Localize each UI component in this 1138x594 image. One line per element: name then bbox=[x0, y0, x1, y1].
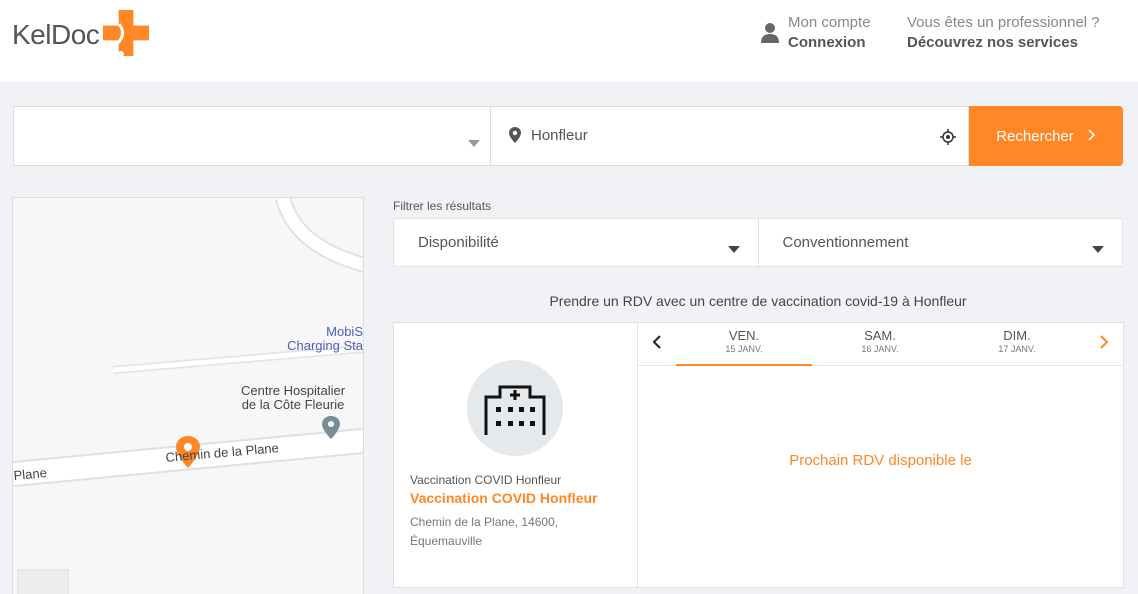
results-map[interactable]: MobiS Charging Sta Centre Hospitalier de… bbox=[12, 197, 364, 594]
pro-link[interactable]: Vous êtes un professionnel ? Découvrez n… bbox=[907, 14, 1100, 51]
chevron-right-icon[interactable] bbox=[1099, 335, 1109, 354]
day-date: 16 JANV. bbox=[861, 344, 899, 354]
road-label-left: Plane bbox=[13, 465, 48, 483]
days-header: VEN. 15 JANV. SAM. 16 JANV. DIM. 17 JANV… bbox=[638, 323, 1123, 366]
search-button-label: Rechercher bbox=[996, 127, 1074, 145]
day-column[interactable]: VEN. 15 JANV. bbox=[676, 328, 812, 366]
specialty-select[interactable] bbox=[13, 106, 491, 166]
chevron-right-icon bbox=[1088, 128, 1096, 145]
practitioner-name-link[interactable]: Vaccination COVID Honfleur bbox=[410, 490, 597, 506]
location-value: Honfleur bbox=[531, 127, 588, 144]
user-icon bbox=[760, 22, 780, 46]
poi-hospital: Centre Hospitalier de la Côte Fleurie bbox=[241, 384, 345, 412]
account-link[interactable]: Mon compte Connexion bbox=[760, 14, 871, 51]
day-date: 15 JANV. bbox=[725, 344, 763, 354]
search-button[interactable]: Rechercher bbox=[969, 106, 1123, 166]
location-pin-icon bbox=[509, 127, 521, 148]
top-header: KelDoc Mon compte Connexion Vous êtes un… bbox=[0, 0, 1138, 82]
day-date: 17 JANV. bbox=[998, 344, 1036, 354]
caret-down-icon bbox=[1092, 240, 1104, 257]
day-column[interactable]: SAM. 16 JANV. bbox=[812, 328, 948, 354]
day-name: DIM. bbox=[1003, 328, 1031, 343]
account-label: Mon compte bbox=[788, 14, 871, 31]
practitioner-info: Vaccination COVID Honfleur Vaccination C… bbox=[394, 323, 638, 587]
filters-bar: Disponibilité Conventionnement bbox=[393, 218, 1123, 267]
poi-charging-line1: MobiS bbox=[326, 324, 363, 339]
login-link[interactable]: Connexion bbox=[788, 34, 871, 51]
next-availability-link[interactable]: Prochain RDV disponible le bbox=[638, 452, 1123, 469]
poi-hospital-line1: Centre Hospitalier bbox=[241, 383, 346, 398]
location-input[interactable]: Honfleur bbox=[491, 106, 969, 166]
day-name: VEN. bbox=[728, 328, 760, 343]
chevron-left-icon[interactable] bbox=[652, 335, 662, 354]
address-line2: Équemauville bbox=[410, 534, 483, 548]
pro-question: Vous êtes un professionnel ? bbox=[907, 14, 1100, 31]
keldoc-logo[interactable]: KelDoc bbox=[12, 10, 151, 60]
poi-charging-line2: Charging Sta bbox=[287, 338, 363, 353]
practitioner-category: Vaccination COVID Honfleur bbox=[410, 473, 562, 487]
day-column[interactable]: DIM. 17 JANV. bbox=[949, 328, 1085, 354]
practitioner-address: Chemin de la Plane, 14600, Équemauville bbox=[410, 513, 558, 551]
result-card: Vaccination COVID Honfleur Vaccination C… bbox=[393, 322, 1124, 588]
logo-text: KelDoc bbox=[12, 19, 100, 50]
convention-label: Conventionnement bbox=[782, 234, 909, 251]
caret-down-icon bbox=[468, 134, 480, 152]
poi-charging-station: MobiS Charging Sta bbox=[287, 325, 363, 353]
hospital-building-icon bbox=[484, 385, 546, 435]
day-name: SAM. bbox=[864, 328, 896, 343]
availability-calendar: VEN. 15 JANV. SAM. 16 JANV. DIM. 17 JANV… bbox=[638, 323, 1123, 587]
geolocate-icon[interactable] bbox=[940, 129, 956, 150]
availability-filter[interactable]: Disponibilité bbox=[394, 219, 758, 266]
poi-hospital-line2: de la Côte Fleurie bbox=[241, 397, 345, 412]
pro-services-link[interactable]: Découvrez nos services bbox=[907, 34, 1100, 51]
caret-down-icon bbox=[727, 240, 740, 257]
results-title: Prendre un RDV avec un centre de vaccina… bbox=[549, 293, 967, 309]
hospital-avatar bbox=[467, 360, 563, 456]
search-bar: Honfleur Rechercher bbox=[13, 106, 1123, 166]
availability-label: Disponibilité bbox=[418, 234, 499, 251]
convention-filter[interactable]: Conventionnement bbox=[757, 219, 1123, 266]
address-line1: Chemin de la Plane, 14600, bbox=[410, 515, 559, 529]
filter-label: Filtrer les résultats bbox=[393, 199, 492, 213]
logo-cross-icon bbox=[101, 10, 151, 60]
